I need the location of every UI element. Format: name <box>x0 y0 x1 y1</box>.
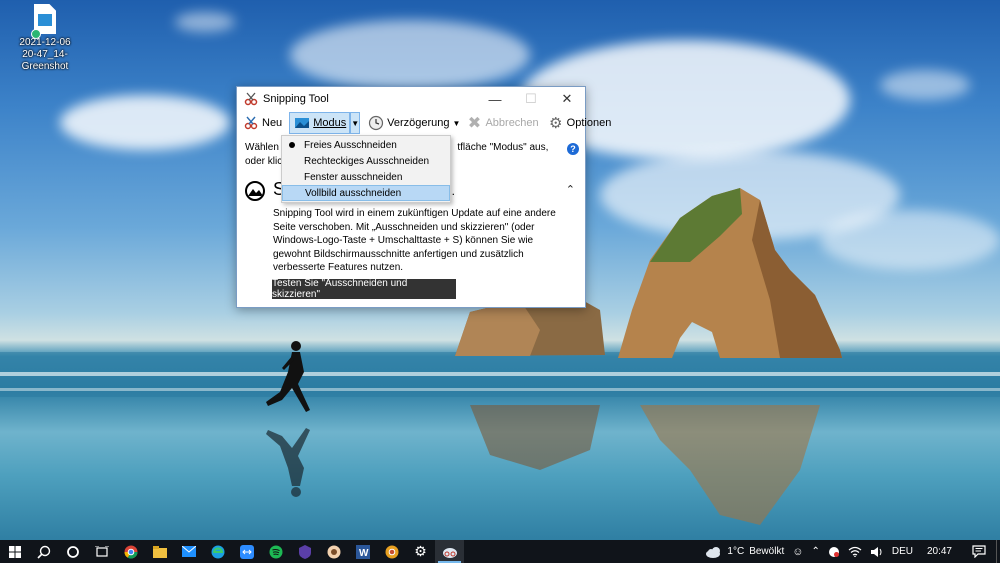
windows-logo-icon <box>8 545 21 558</box>
clock-icon <box>367 114 385 132</box>
mail-icon <box>181 546 196 557</box>
start-button[interactable] <box>0 540 29 563</box>
search-icon <box>36 545 50 559</box>
chrome-canary-icon <box>385 545 398 558</box>
taskbar-teamviewer[interactable] <box>232 540 261 563</box>
gear-icon: ⚙ <box>548 115 563 132</box>
close-button[interactable]: ✕ <box>549 87 585 111</box>
x-icon: ✖ <box>467 115 482 132</box>
cortana-button[interactable] <box>58 540 87 563</box>
delay-label: Verzögerung <box>387 117 450 129</box>
tray-app-icon[interactable] <box>824 540 844 563</box>
collapse-chevron-icon[interactable]: ⌃ <box>566 183 575 196</box>
window-title: Snipping Tool <box>263 93 329 105</box>
menu-item-window[interactable]: Fenster ausschneiden <box>282 169 450 185</box>
taskbar: W ⚙ 1°C Bewölkt ☺ ⌃ DEU 20:47 <box>0 540 1000 563</box>
word-icon: W <box>355 544 370 559</box>
selected-bullet-icon <box>289 142 295 148</box>
delay-button[interactable]: Verzögerung <box>364 112 452 134</box>
mode-label: Modus <box>313 117 347 129</box>
cloud-icon <box>706 546 721 558</box>
desktop-file-icon[interactable]: 2021-12-06 20-47_14-Greenshot <box>2 4 88 73</box>
chrome-icon <box>124 545 137 558</box>
delay-dropdown-arrow[interactable]: ▼ <box>453 112 461 134</box>
people-icon[interactable]: ☺ <box>788 540 807 563</box>
task-view-button[interactable] <box>87 540 116 563</box>
menu-item-label: Rechteckiges Ausschneiden <box>304 155 430 167</box>
mode-icon <box>293 114 311 132</box>
desktop-file-label-line2: 20-47_14-Greenshot <box>21 49 69 72</box>
menu-item-label: Fenster ausschneiden <box>304 171 403 183</box>
search-button[interactable] <box>29 540 58 563</box>
options-label: Optionen <box>566 117 612 129</box>
taskbar-vpn[interactable] <box>290 540 319 563</box>
taskbar-chrome[interactable] <box>116 540 145 563</box>
gear-icon: ⚙ <box>414 543 427 559</box>
taskbar-chrome-canary[interactable] <box>377 540 406 563</box>
taskbar-mail[interactable] <box>174 540 203 563</box>
folder-icon <box>152 545 167 558</box>
new-button[interactable]: Neu <box>239 112 285 134</box>
minimize-button[interactable]: — <box>477 87 513 111</box>
try-snip-sketch-button[interactable]: Testen Sie "Ausschneiden und skizzieren" <box>272 278 456 300</box>
weather-temp: 1°C <box>727 546 745 557</box>
taskbar-explorer[interactable] <box>145 540 174 563</box>
taskbar-spotify[interactable] <box>261 540 290 563</box>
menu-item-label: Freies Ausschneiden <box>304 139 397 151</box>
notification-center-icon[interactable] <box>962 540 996 563</box>
new-label: Neu <box>262 117 283 129</box>
taskbar-word[interactable]: W <box>348 540 377 563</box>
help-icon[interactable]: ? <box>567 143 579 155</box>
mode-dropdown-arrow[interactable]: ▼ <box>350 112 361 134</box>
teamviewer-icon <box>239 544 254 559</box>
wifi-icon[interactable] <box>844 540 866 563</box>
menu-item-rectangular[interactable]: Rechteckiges Ausschneiden <box>282 153 450 169</box>
maximize-button: ☐ <box>525 91 537 106</box>
cortana-circle-icon <box>66 545 79 558</box>
scissors-icon <box>243 91 259 107</box>
svg-text:W: W <box>359 548 369 559</box>
mode-dropdown-menu: Freies Ausschneiden Rechteckiges Ausschn… <box>281 135 451 203</box>
info-body: Snipping Tool wird in einem zukünftigen … <box>273 208 556 273</box>
show-desktop-button[interactable] <box>996 540 1000 563</box>
shield-app-icon <box>298 544 311 559</box>
sync-badge-icon <box>31 29 41 39</box>
task-view-icon <box>94 545 109 557</box>
menu-item-free-form[interactable]: Freies Ausschneiden <box>282 137 450 153</box>
record-icon <box>828 546 839 557</box>
new-snip-icon <box>242 114 260 132</box>
system-tray: 1°C Bewölkt ☺ ⌃ DEU 20:47 <box>701 540 1000 563</box>
snip-sketch-icon <box>245 181 265 201</box>
options-button[interactable]: ⚙ Optionen <box>544 112 615 134</box>
weather-condition: Bewölkt <box>749 546 785 557</box>
clock[interactable]: 20:47 <box>917 540 962 563</box>
desktop-file-label-line1: 2021-12-06 <box>19 37 71 48</box>
greenshot-icon <box>327 545 340 558</box>
taskbar-settings[interactable]: ⚙ <box>406 540 435 563</box>
title-bar[interactable]: Snipping Tool — ☐ ✕ <box>237 87 585 111</box>
show-hidden-icons-chevron-icon[interactable]: ⌃ <box>807 540 823 563</box>
cancel-button[interactable]: ✖ Abbrechen <box>462 112 541 134</box>
instructions-line1-end: tfläche "Modus" aus, <box>457 142 549 153</box>
toolbar: Neu Modus ▼ Verzögerung ▼ ✖ Abbrechen ⚙ … <box>237 111 611 135</box>
menu-item-fullscreen[interactable]: Vollbild ausschneiden <box>282 185 450 201</box>
mode-button[interactable]: Modus <box>289 112 351 134</box>
snipping-tool-icon <box>442 547 457 558</box>
taskbar-snipping-tool[interactable] <box>435 540 464 563</box>
edge-icon <box>211 545 224 558</box>
cancel-label: Abbrechen <box>485 117 539 129</box>
spotify-icon <box>269 545 282 558</box>
weather-widget[interactable]: 1°C Bewölkt <box>701 540 788 563</box>
volume-icon[interactable] <box>866 540 888 563</box>
taskbar-greenshot[interactable] <box>319 540 348 563</box>
menu-item-label: Vollbild ausschneiden <box>305 187 402 199</box>
language-indicator[interactable]: DEU <box>888 540 917 563</box>
taskbar-edge[interactable] <box>203 540 232 563</box>
